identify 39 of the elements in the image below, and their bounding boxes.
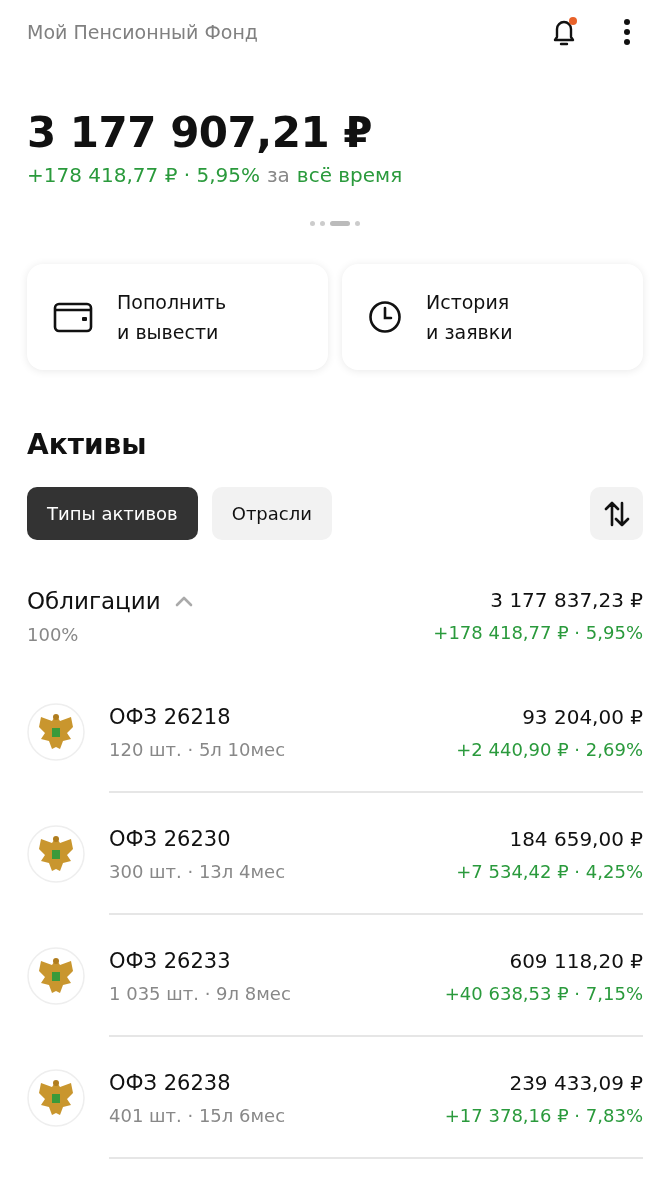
period-selector[interactable]: всё время bbox=[296, 163, 403, 187]
bond-name[interactable]: ОФЗ 26238 bbox=[109, 1070, 445, 1095]
group-value: 3 177 837,23 ₽ bbox=[490, 588, 643, 612]
action-card[interactable]: История и заявки bbox=[342, 264, 643, 370]
bond-gain: +7 534,42 ₽ · 4,25% bbox=[456, 860, 643, 882]
more-menu-icon[interactable] bbox=[622, 18, 632, 46]
bond-name[interactable]: ОФЗ 26218 bbox=[109, 704, 457, 729]
balance-total: 3 177 907,21 ₽ bbox=[27, 108, 374, 157]
bond-details: 120 шт. · 5л 10мес bbox=[109, 738, 287, 760]
app-title: Мой Пенсионный Фонд bbox=[27, 21, 258, 43]
sort-icon bbox=[603, 499, 630, 528]
emblem-icon bbox=[27, 1069, 85, 1127]
group-gain: +178 418,77 ₽ · 5,95% bbox=[433, 622, 643, 643]
bond-details: 1 035 шт. · 9л 8мес bbox=[109, 982, 292, 1004]
bond-details: 401 шт. · 15л 6мес bbox=[109, 1104, 287, 1126]
filter-tab[interactable]: Типы активов bbox=[27, 487, 198, 540]
emblem-icon bbox=[27, 947, 85, 1005]
action-card[interactable]: Пополнить и вывести bbox=[27, 264, 328, 370]
group-share: 100% bbox=[27, 624, 80, 645]
group-name[interactable]: Облигации bbox=[27, 588, 161, 614]
section-title: Активы bbox=[27, 428, 148, 461]
bond-value: 609 118,20 ₽ bbox=[509, 948, 643, 973]
emblem-icon bbox=[27, 703, 85, 761]
bond-gain: +2 440,90 ₽ · 2,69% bbox=[456, 738, 643, 760]
bond-name[interactable]: ОФЗ 26230 bbox=[109, 826, 457, 851]
bond-value: 184 659,00 ₽ bbox=[509, 826, 643, 851]
sort-button[interactable] bbox=[590, 487, 643, 540]
bond-value: 239 433,09 ₽ bbox=[509, 1070, 643, 1095]
period-prefix: за bbox=[266, 163, 290, 187]
bond-gain: +17 378,16 ₽ · 7,83% bbox=[444, 1104, 643, 1126]
clock-icon bbox=[368, 300, 402, 334]
wallet-icon bbox=[53, 300, 93, 334]
total-gain: +178 418,77 ₽ · 5,95% bbox=[27, 163, 260, 187]
bond-value: 93 204,00 ₽ bbox=[522, 704, 643, 729]
bond-details: 300 шт. · 13л 4мес bbox=[109, 860, 287, 882]
bond-gain: +40 638,53 ₽ · 7,15% bbox=[444, 982, 643, 1004]
emblem-icon bbox=[27, 825, 85, 883]
bond-name[interactable]: ОФЗ 26233 bbox=[109, 948, 445, 973]
filter-tab[interactable]: Отрасли bbox=[211, 487, 332, 540]
